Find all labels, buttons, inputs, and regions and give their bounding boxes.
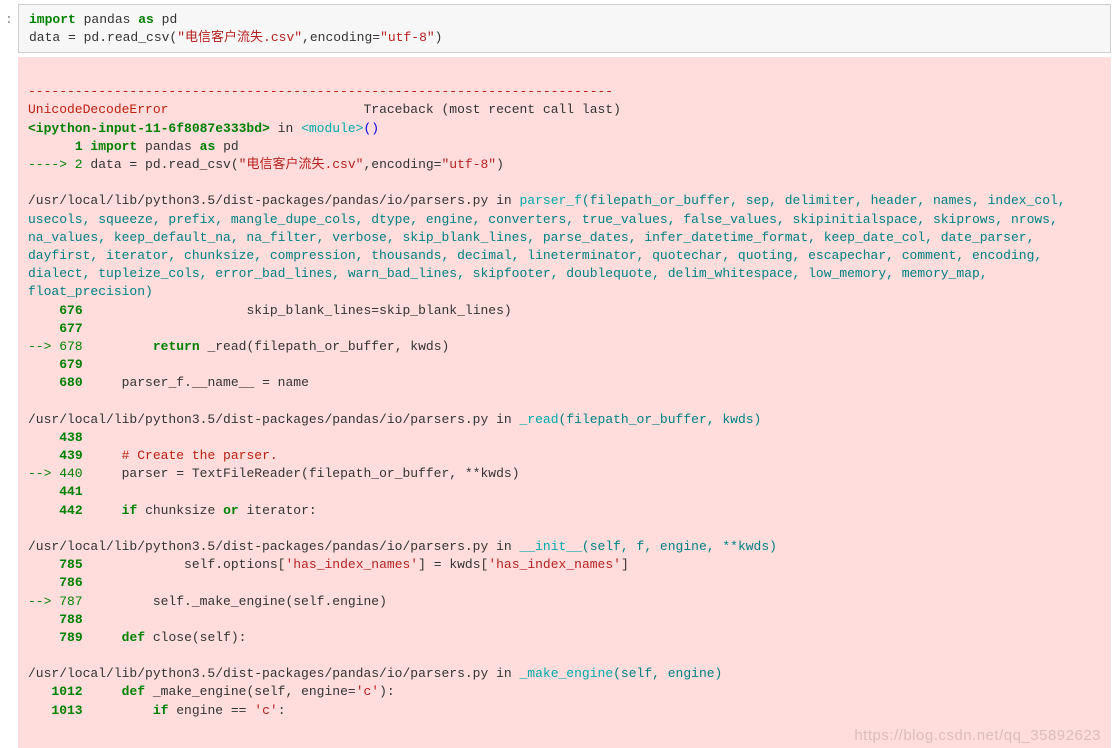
f3-785-str1: 'has_index_names': [285, 557, 418, 572]
f3-785-mid: ] = kwds[: [418, 557, 488, 572]
ipy-mod: <module>: [301, 121, 363, 136]
f3-787-arrow: --> 787: [28, 594, 90, 609]
tb-err-rest: Traceback (most recent call last): [168, 102, 620, 117]
tb-err-name: UnicodeDecodeError: [28, 102, 168, 117]
f4-fn: _make_engine: [520, 666, 614, 681]
ipy-l1-mid: pandas: [137, 139, 199, 154]
alias-pd: pd: [162, 12, 178, 27]
f2-438-num: 438: [28, 430, 90, 445]
f3-path: /usr/local/lib/python3.5/dist-packages/p…: [28, 539, 488, 554]
f2-442-num: 442: [28, 503, 90, 518]
f1-676-code: skip_blank_lines=skip_blank_lines): [90, 303, 511, 318]
kw-as: as: [138, 12, 154, 27]
code-line2-pre: data = pd.read_csv(: [29, 30, 177, 45]
ipy-frame-file: <ipython-input-11-6f8087e333bd>: [28, 121, 270, 136]
f1-678-mid: _read(filepath_or_buffer, kwds): [200, 339, 450, 354]
f1-path: /usr/local/lib/python3.5/dist-packages/p…: [28, 193, 488, 208]
f2-442-mid2: iterator:: [239, 503, 317, 518]
ipy-l2-pre: data = pd.read_csv(: [90, 157, 238, 172]
ipy-l1-num: 1: [28, 139, 90, 154]
code-line2-end: ): [435, 30, 443, 45]
f2-path: /usr/local/lib/python3.5/dist-packages/p…: [28, 412, 488, 427]
f3-785-pre: self.options[: [90, 557, 285, 572]
f4-1012-str: 'c': [356, 684, 379, 699]
f4-1013-if: if: [153, 703, 169, 718]
f1-676-num: 676: [28, 303, 90, 318]
f1-in: in: [488, 193, 519, 208]
f4-1012-pre: [90, 684, 121, 699]
ipy-l2-str1: "电信客户流失.csv": [239, 157, 364, 172]
f2-440-arrow: --> 440: [28, 466, 90, 481]
f1-678-pre: [90, 339, 152, 354]
f2-439-comment: # Create the parser.: [90, 448, 277, 463]
code-line2-str2: "utf-8": [380, 30, 435, 45]
f4-1013-pre: [90, 703, 152, 718]
f4-1013-end: :: [278, 703, 286, 718]
f2-439-num: 439: [28, 448, 90, 463]
f3-789-num: 789: [28, 630, 90, 645]
f3-786-num: 786: [28, 575, 90, 590]
f1-sig: (filepath_or_buffer, sep, delimiter, hea…: [28, 193, 1073, 299]
ipy-l2-arrow: ----> 2: [28, 157, 90, 172]
mod-pandas: pandas: [84, 12, 131, 27]
f2-442-pre: [90, 503, 121, 518]
f3-fn: __init__: [520, 539, 582, 554]
kw-import: import: [29, 12, 76, 27]
f4-1013-mid: engine ==: [168, 703, 254, 718]
f2-fn: _read: [520, 412, 559, 427]
ipy-l1-as: as: [200, 139, 216, 154]
f2-sig: (filepath_or_buffer, kwds): [559, 412, 762, 427]
f2-441-num: 441: [28, 484, 90, 499]
f3-789-def: def: [122, 630, 145, 645]
f1-680-num: 680: [28, 375, 90, 390]
f2-442-or: or: [223, 503, 239, 518]
ipy-paren: (): [363, 121, 379, 136]
f3-785-end: ]: [621, 557, 629, 572]
ipy-l2-str2: "utf-8": [441, 157, 496, 172]
ipy-in: in: [270, 121, 301, 136]
f4-1012-def: def: [122, 684, 145, 699]
f2-440-code: parser = TextFileReader(filepath_or_buff…: [90, 466, 519, 481]
watermark-text: https://blog.csdn.net/qq_35892623: [854, 725, 1101, 746]
f1-677-num: 677: [28, 321, 90, 336]
code-line2-str1: "电信客户流失.csv": [177, 30, 302, 45]
f3-789-pre: [90, 630, 121, 645]
f4-sig: (self, engine): [613, 666, 722, 681]
f1-fn: parser_f: [520, 193, 582, 208]
f3-789-mid: close(self):: [145, 630, 246, 645]
ipy-l1-tail: pd: [215, 139, 238, 154]
f3-785-num: 785: [28, 557, 90, 572]
f2-in: in: [488, 412, 519, 427]
f4-in: in: [488, 666, 519, 681]
tb-separator: ----------------------------------------…: [28, 84, 613, 99]
f3-787-code: self._make_engine(self.engine): [90, 594, 386, 609]
f4-1012-mid: _make_engine(self, engine=: [145, 684, 356, 699]
f2-442-mid1: chunksize: [137, 503, 223, 518]
f4-path: /usr/local/lib/python3.5/dist-packages/p…: [28, 666, 488, 681]
code-line2-mid: ,encoding=: [302, 30, 380, 45]
ipy-l1-import: import: [90, 139, 137, 154]
f2-442-if: if: [122, 503, 138, 518]
code-input-cell[interactable]: import pandas as pd data = pd.read_csv("…: [18, 4, 1111, 53]
f1-678-arrow: --> 678: [28, 339, 90, 354]
f4-1013-num: 1013: [28, 703, 90, 718]
f1-678-kw: return: [153, 339, 200, 354]
f1-679-num: 679: [28, 357, 90, 372]
f4-1013-str: 'c': [254, 703, 277, 718]
ipy-l2-mid: ,encoding=: [363, 157, 441, 172]
f3-788-num: 788: [28, 612, 90, 627]
traceback-output: ----------------------------------------…: [18, 57, 1111, 748]
f3-785-str2: 'has_index_names': [488, 557, 621, 572]
f4-1012-num: 1012: [28, 684, 90, 699]
f4-1012-end: ):: [379, 684, 395, 699]
f3-sig: (self, f, engine, **kwds): [582, 539, 777, 554]
ipy-l2-end: ): [496, 157, 504, 172]
f1-680-code: parser_f.__name__ = name: [90, 375, 308, 390]
f3-in: in: [488, 539, 519, 554]
